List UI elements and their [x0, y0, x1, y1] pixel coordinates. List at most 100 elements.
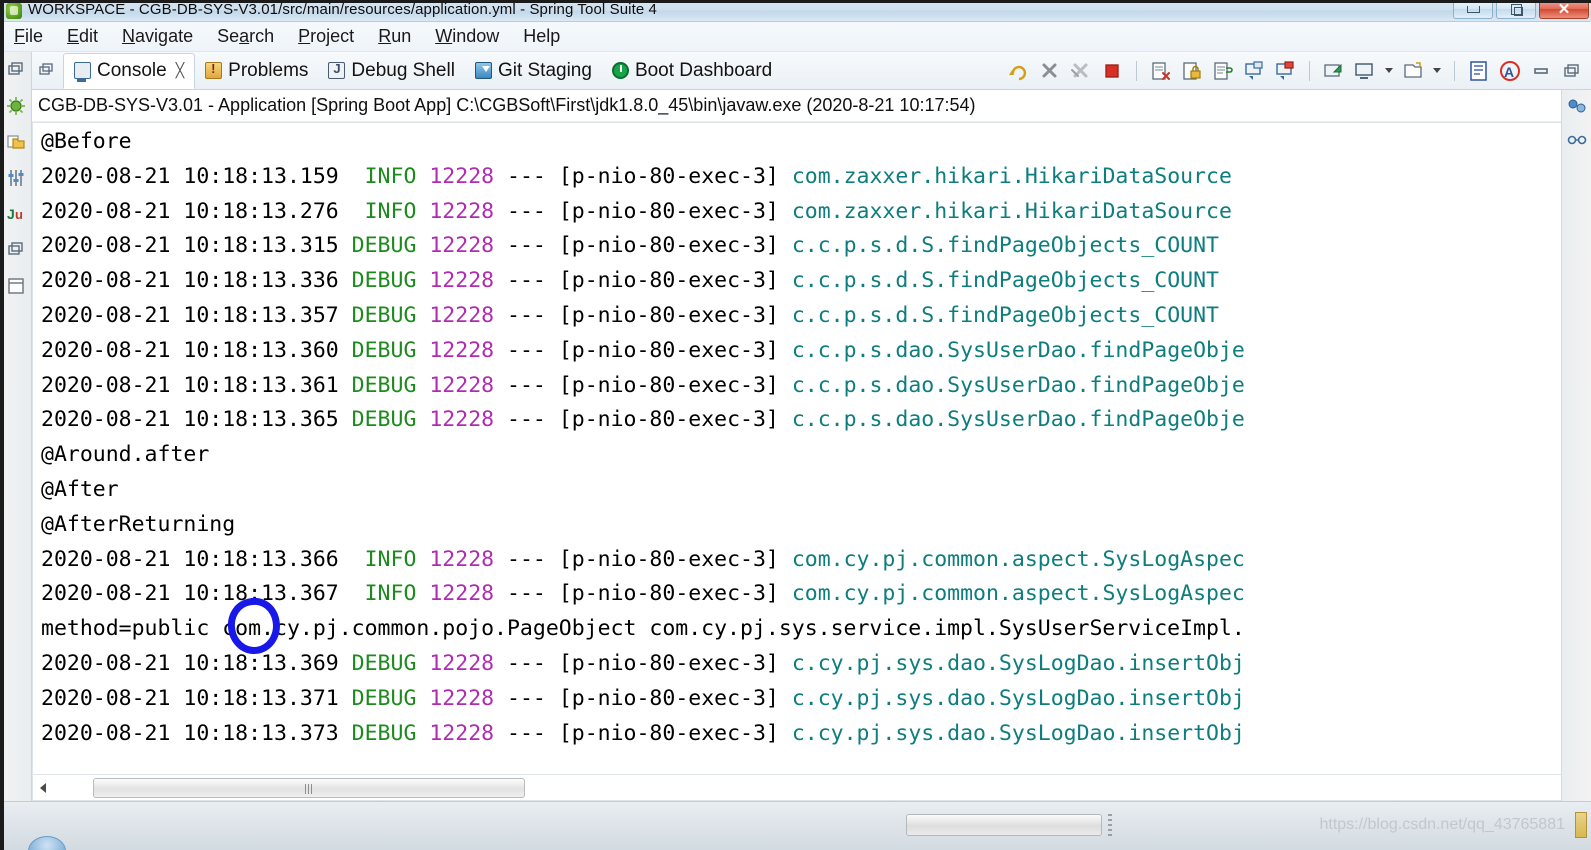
- menu-item-search[interactable]: Search: [217, 26, 274, 47]
- log-separator: ---: [494, 685, 559, 711]
- log-pid: 12228: [429, 372, 495, 398]
- log-gap-1: [416, 407, 429, 432]
- menu-item-window[interactable]: Window: [435, 26, 499, 47]
- log-gap-1: [416, 686, 429, 711]
- log-logger: c.cy.pj.sys.dao.SysLogDao.insertObj: [791, 650, 1245, 676]
- tab-git-staging[interactable]: Git Staging: [465, 53, 602, 89]
- view-menu-icon[interactable]: [1468, 60, 1490, 82]
- tab-debug-shell[interactable]: Debug Shell: [318, 53, 465, 89]
- log-separator: ---: [494, 407, 559, 433]
- restore-view-icon-2[interactable]: [6, 240, 26, 260]
- package-explorer-icon[interactable]: [6, 132, 26, 152]
- outline-view-icon[interactable]: [6, 276, 26, 296]
- log-logger: com.cy.pj.common.aspect.SysLogAspec: [791, 581, 1245, 607]
- mixer-properties-icon[interactable]: [6, 168, 26, 188]
- open-console-dropdown-icon[interactable]: [1433, 68, 1441, 73]
- console-log-line: 2020-08-21 10:18:13.360 DEBUG 12228 --- …: [41, 334, 1546, 369]
- console-launch-header: CGB-DB-SYS-V3.01 - Application [Spring B…: [32, 90, 1591, 122]
- log-separator: ---: [494, 268, 559, 294]
- menu-item-edit[interactable]: Edit: [67, 26, 98, 47]
- menu-item-navigate[interactable]: Navigate: [122, 26, 193, 47]
- minimize-view-icon[interactable]: [1530, 60, 1552, 82]
- tab-console[interactable]: Console ╳: [63, 52, 196, 89]
- log-timestamp: 2020-08-21 10:18:13.159: [41, 163, 352, 189]
- spring-boot-icon[interactable]: [6, 96, 26, 116]
- menu-item-file-rest: ile: [25, 26, 44, 46]
- console-log-line: 2020-08-21 10:18:13.366 INFO 12228 --- […: [41, 543, 1546, 578]
- close-icon[interactable]: ╳: [176, 62, 184, 79]
- restore-view-icon[interactable]: [6, 60, 26, 80]
- log-level: DEBUG: [351, 650, 417, 676]
- close-icon: ✕: [1557, 0, 1571, 18]
- log-timestamp: 2020-08-21 10:18:13.366: [41, 546, 352, 572]
- log-level: INFO: [351, 581, 417, 607]
- open-console-icon[interactable]: [1402, 60, 1424, 82]
- remove-all-terminated-icon[interactable]: [1070, 60, 1092, 82]
- log-pid: 12228: [429, 407, 495, 433]
- console-log-line: 2020-08-21 10:18:13.357 DEBUG 12228 --- …: [41, 299, 1546, 334]
- screenshot-crop-edge-top: [0, 0, 1591, 3]
- maximize-view-icon[interactable]: [1561, 60, 1583, 82]
- log-gap-1: [416, 373, 429, 398]
- menu-item-project[interactable]: Project: [298, 26, 354, 47]
- console-log-line: 2020-08-21 10:18:13.371 DEBUG 12228 --- …: [41, 682, 1546, 717]
- console-log-line: @AfterReturning: [41, 508, 1546, 543]
- relaunch-icon[interactable]: [1008, 60, 1030, 82]
- log-level: DEBUG: [351, 337, 417, 363]
- console-log-line: 2020-08-21 10:18:13.365 DEBUG 12228 --- …: [41, 403, 1546, 438]
- os-bottom-bar: https://blog.csdn.net/qq_43765881: [0, 801, 1591, 850]
- console-log-area[interactable]: @Before 2020-08-21 10:18:13.159 INFO 1222…: [33, 123, 1546, 774]
- log-gap-1: [416, 199, 429, 224]
- scroll-left-button[interactable]: [33, 777, 53, 799]
- display-selected-console-icon[interactable]: [1354, 60, 1376, 82]
- log-thread: [p-nio-80-exec-3]: [558, 407, 792, 433]
- log-level: INFO: [351, 198, 417, 224]
- spring-boot-actuator-icon[interactable]: A: [1499, 60, 1521, 82]
- window-title: WORKSPACE - CGB-DB-SYS-V3.01/src/main/re…: [28, 1, 657, 18]
- eyeglasses-icon[interactable]: [1567, 130, 1587, 148]
- log-pid: 12228: [429, 163, 495, 189]
- console-log-line: 2020-08-21 10:18:13.159 INFO 12228 --- […: [41, 160, 1546, 195]
- console-horizontal-scrollbar[interactable]: [32, 775, 1591, 801]
- terminate-all-icon[interactable]: [1039, 60, 1061, 82]
- display-selected-console-dropdown-icon[interactable]: [1385, 68, 1393, 73]
- log-thread: [p-nio-80-exec-3]: [558, 372, 792, 398]
- clear-console-icon[interactable]: [1150, 60, 1172, 82]
- menu-item-window-rest: indow: [452, 26, 500, 46]
- os-horizontal-scroll-thumb[interactable]: [906, 814, 1102, 836]
- log-logger: c.cy.pj.sys.dao.SysLogDao.insertObj: [791, 685, 1245, 711]
- terminate-icon[interactable]: [1101, 60, 1123, 82]
- team-sync-icon[interactable]: [1567, 98, 1587, 116]
- junit-icon[interactable]: Ju: [6, 204, 26, 224]
- start-orb-icon[interactable]: [28, 836, 66, 850]
- show-console-on-output-icon[interactable]: [1243, 60, 1265, 82]
- log-thread: [p-nio-80-exec-3]: [558, 581, 792, 607]
- show-console-on-error-icon[interactable]: [1274, 60, 1296, 82]
- boot-dashboard-icon: [611, 62, 629, 79]
- word-wrap-icon[interactable]: [1212, 60, 1234, 82]
- grip-icon: [305, 783, 313, 794]
- menu-item-run[interactable]: Run: [378, 26, 411, 47]
- log-timestamp: 2020-08-21 10:18:13.357: [41, 302, 352, 328]
- menu-item-navigate-rest: avigate: [135, 26, 194, 46]
- tab-boot-dashboard[interactable]: Boot Dashboard: [602, 53, 782, 89]
- log-timestamp: 2020-08-21 10:18:13.361: [41, 372, 352, 398]
- menu-item-project-rest: roject: [310, 26, 355, 46]
- log-thread: [p-nio-80-exec-3]: [558, 302, 792, 328]
- log-plain-text: @AfterReturning: [41, 511, 236, 537]
- menu-item-help[interactable]: Help: [523, 26, 560, 47]
- minimized-view-icon[interactable]: [38, 62, 55, 79]
- horizontal-scroll-track[interactable]: [53, 777, 1566, 799]
- menu-item-edit-rest: dit: [79, 26, 99, 46]
- tab-problems[interactable]: Problems: [195, 53, 318, 89]
- log-pid: 12228: [429, 650, 495, 676]
- minimize-icon: [1466, 5, 1480, 13]
- horizontal-scroll-thumb[interactable]: [93, 777, 525, 798]
- scroll-lock-icon[interactable]: [1181, 60, 1203, 82]
- console-log-line: 2020-08-21 10:18:13.367 INFO 12228 --- […: [41, 577, 1546, 612]
- log-timestamp: 2020-08-21 10:18:13.371: [41, 685, 352, 711]
- menu-item-file[interactable]: File: [14, 26, 43, 47]
- console-log-line: @After: [41, 473, 1546, 508]
- pin-console-icon[interactable]: [1323, 60, 1345, 82]
- log-timestamp: 2020-08-21 10:18:13.336: [41, 268, 352, 294]
